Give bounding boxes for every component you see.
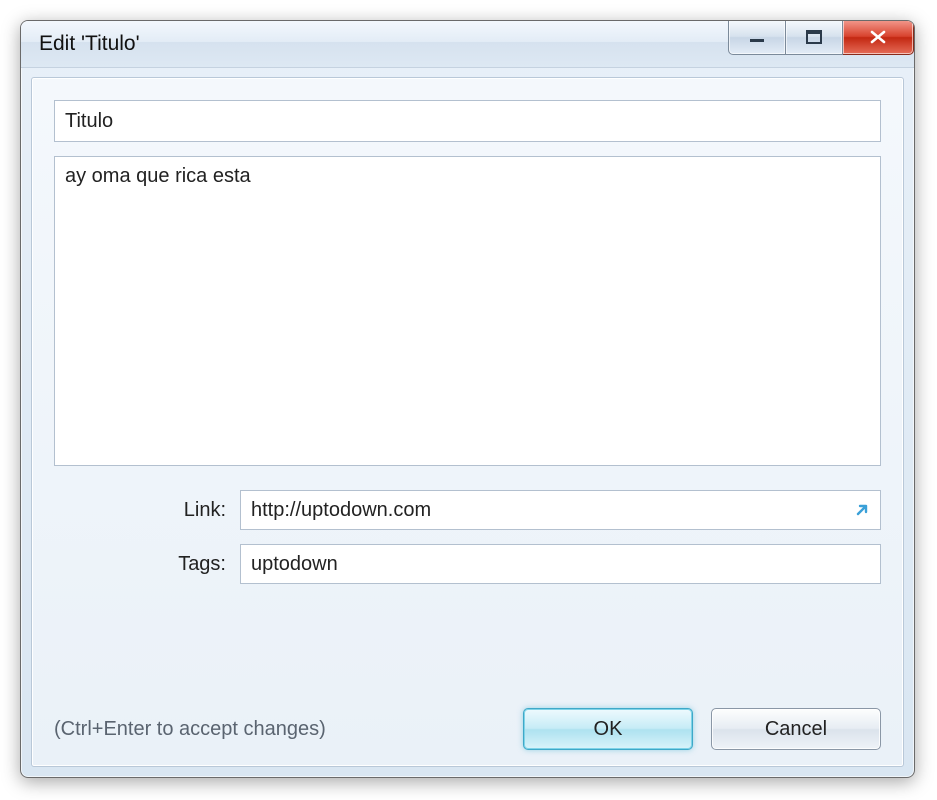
open-link-icon[interactable] [851, 499, 873, 521]
cancel-button[interactable]: Cancel [711, 708, 881, 750]
window-title: Edit 'Titulo' [39, 32, 140, 56]
dialog-window: Edit 'Titulo' ay oma que rica esta Link: [20, 20, 915, 778]
dialog-client-area: ay oma que rica esta Link: Tags: [31, 77, 904, 767]
maximize-button[interactable] [786, 20, 843, 55]
title-input[interactable] [54, 100, 881, 142]
minimize-icon [748, 30, 766, 44]
maximize-icon [805, 30, 823, 44]
minimize-button[interactable] [728, 20, 786, 55]
body-textarea[interactable]: ay oma que rica esta [54, 156, 881, 466]
tags-row: Tags: [54, 544, 881, 584]
titlebar[interactable]: Edit 'Titulo' [21, 21, 914, 68]
link-label: Link: [54, 499, 240, 522]
dialog-footer: (Ctrl+Enter to accept changes) OK Cancel [54, 690, 881, 750]
window-controls [728, 21, 914, 67]
close-icon [868, 29, 888, 45]
link-row: Link: [54, 490, 881, 530]
tags-field-wrap [240, 544, 881, 584]
close-button[interactable] [843, 20, 914, 55]
tags-input[interactable] [240, 544, 881, 584]
ok-button[interactable]: OK [523, 708, 693, 750]
tags-label: Tags: [54, 553, 240, 576]
form-rows: Link: Tags: [54, 490, 881, 598]
shortcut-hint: (Ctrl+Enter to accept changes) [54, 718, 326, 741]
link-field-wrap [240, 490, 881, 530]
link-input[interactable] [240, 490, 881, 530]
